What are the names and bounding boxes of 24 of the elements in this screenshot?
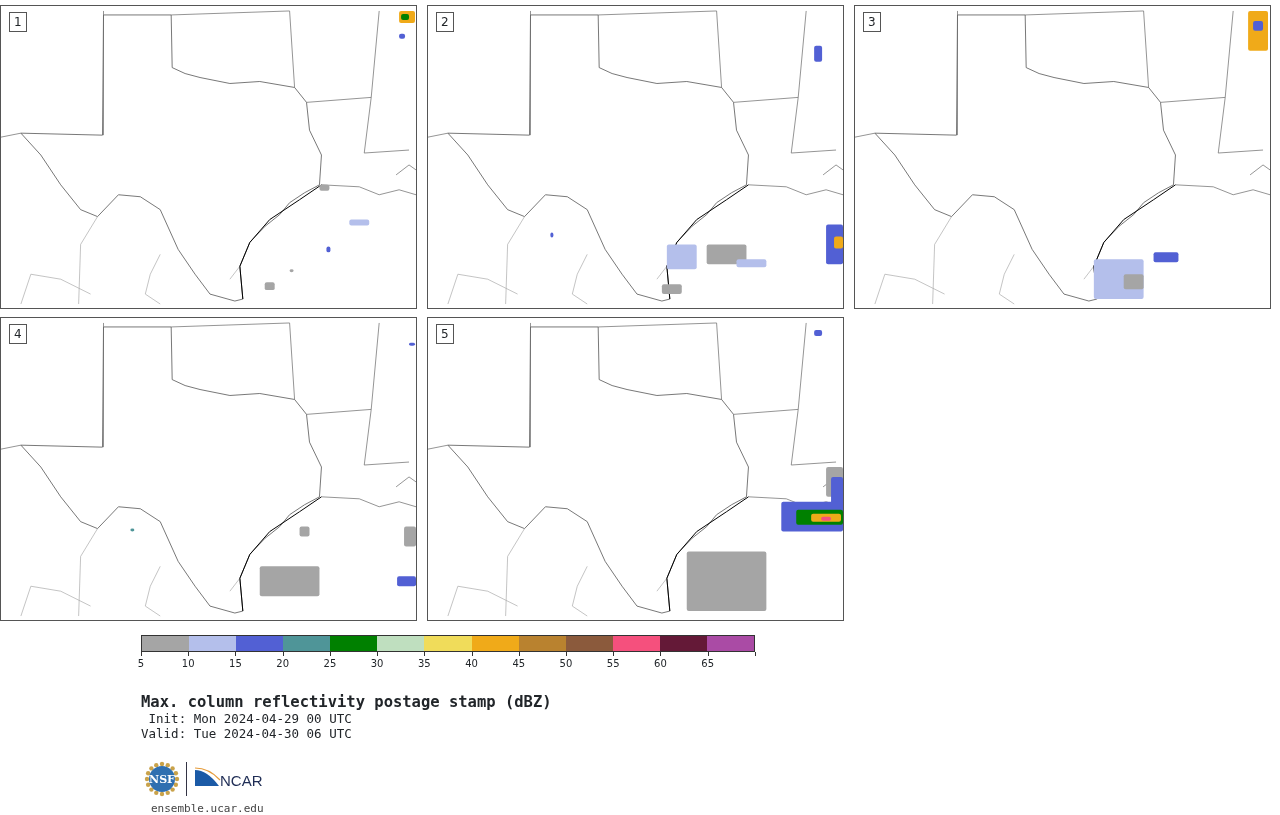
nsf-logo: NSF xyxy=(144,761,180,797)
tick-label: 15 xyxy=(229,658,242,669)
panel-number: 4 xyxy=(9,324,27,344)
panel-number: 5 xyxy=(436,324,454,344)
valid-time: Valid: Tue 2024-04-30 06 UTC xyxy=(141,726,353,741)
tick-label: 30 xyxy=(370,658,384,669)
tick-label: 10 xyxy=(181,658,195,669)
tick-label: 35 xyxy=(417,658,431,669)
tick-label: 60 xyxy=(654,658,667,669)
ncar-logo: NCAR xyxy=(193,766,269,792)
tick-label: 5 xyxy=(137,658,145,669)
panel-number: 1 xyxy=(9,12,27,32)
tick-label: 45 xyxy=(512,658,526,669)
panel-number: 2 xyxy=(436,12,454,32)
chart-title: Max. column reflectivity postage stamp (dBZ) xyxy=(141,693,553,711)
init-time: Init: Mon 2024-04-29 00 UTC xyxy=(147,711,353,726)
tick-label: 65 xyxy=(701,658,714,669)
tick-label: 55 xyxy=(606,658,620,669)
site-url: ensemble.ucar.edu xyxy=(151,801,265,815)
tick-label: 50 xyxy=(559,658,573,669)
tick-label: 40 xyxy=(465,658,478,669)
panel-number: 3 xyxy=(863,12,881,32)
tick-label: 25 xyxy=(323,658,337,669)
tick-label: 20 xyxy=(276,658,290,669)
